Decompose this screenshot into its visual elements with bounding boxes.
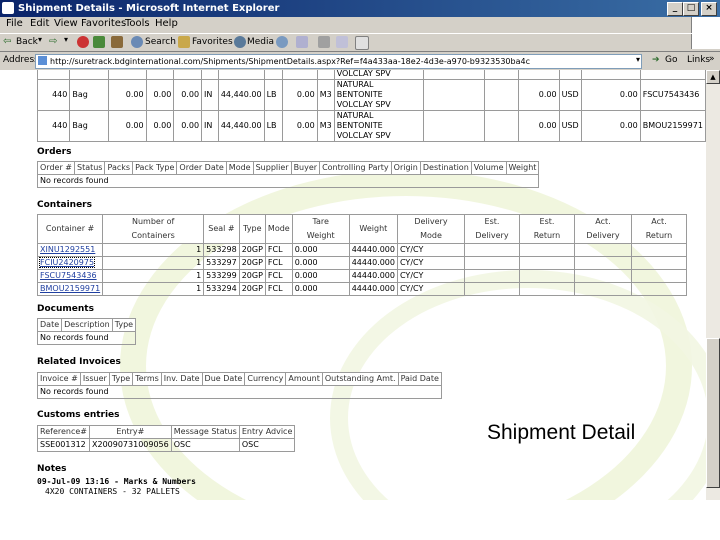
containers-table: Container # Number of Containers Seal # T… xyxy=(36,214,687,296)
go-button[interactable]: Go xyxy=(665,55,677,65)
menu-bar: File Edit View Favorites Tools Help xyxy=(0,17,720,33)
forward-dropdown-icon[interactable]: ▾ xyxy=(64,35,68,44)
back-dropdown-icon[interactable]: ▾ xyxy=(38,35,42,44)
scroll-up-icon[interactable]: ▲ xyxy=(706,70,720,84)
favorites-button[interactable]: Favorites xyxy=(192,37,233,47)
documents-empty: No records found xyxy=(36,331,137,345)
discuss-icon[interactable] xyxy=(355,36,369,50)
customs-heading: Customs entries xyxy=(37,410,120,420)
table-row: XINU1292551 1 533298 20GP FCL 0.000 4444… xyxy=(36,243,687,257)
customs-table: Reference# Entry# Message Status Entry A… xyxy=(37,425,296,452)
table-row: FCIU2420975 1 533297 20GP FCL 0.000 4444… xyxy=(36,256,687,270)
minimize-button[interactable]: _ xyxy=(667,2,683,16)
mail-icon[interactable] xyxy=(296,36,308,48)
menu-help[interactable]: Help xyxy=(155,18,178,29)
documents-heading: Documents xyxy=(37,304,94,314)
invoices-empty: No records found xyxy=(37,385,442,399)
print-icon[interactable] xyxy=(318,36,330,48)
table-row: No records found xyxy=(36,331,137,345)
back-arrow-icon[interactable]: ⇦ xyxy=(3,36,11,47)
menu-tools[interactable]: Tools xyxy=(125,18,150,29)
menu-edit[interactable]: Edit xyxy=(30,18,49,29)
note-header: 09-Jul-09 13:16 - Marks & Numbers xyxy=(37,477,196,486)
menu-file[interactable]: File xyxy=(6,18,23,29)
address-label: Address xyxy=(3,55,39,65)
notes-heading: Notes xyxy=(37,464,67,474)
toolbar: ⇦ Back ▾ ⇨ ▾ Search Favorites Media xyxy=(0,33,692,52)
table-row: SSE001312 X20090731009056 OSC OSC xyxy=(37,438,296,452)
window-title: Shipment Details - Microsoft Internet Ex… xyxy=(18,3,280,14)
history-icon[interactable] xyxy=(276,36,288,48)
refresh-icon[interactable] xyxy=(93,36,105,48)
table-row: No records found xyxy=(36,174,540,188)
media-button[interactable]: Media xyxy=(247,37,274,47)
container-link[interactable]: XINU1292551 xyxy=(40,245,95,254)
forward-arrow-icon[interactable]: ⇨ xyxy=(49,36,57,47)
stop-icon[interactable] xyxy=(77,36,89,48)
table-row: FSCU7543436 1 533299 20GP FCL 0.000 4444… xyxy=(36,269,687,283)
windows-logo-icon xyxy=(691,17,720,49)
maximize-button[interactable]: □ xyxy=(683,2,699,16)
table-row: BMOU2159971 1 533294 20GP FCL 0.000 4444… xyxy=(36,282,687,296)
edit-icon[interactable] xyxy=(336,36,348,48)
vertical-scrollbar[interactable]: ▲ xyxy=(706,70,720,500)
documents-table: Date Description Type No records found xyxy=(36,318,137,345)
container-link[interactable]: BMOU2159971 xyxy=(40,284,100,293)
favorites-icon[interactable] xyxy=(178,36,190,48)
menu-view[interactable]: View xyxy=(54,18,78,29)
search-button[interactable]: Search xyxy=(145,37,176,47)
address-dropdown-icon[interactable]: ▾ xyxy=(636,55,640,64)
orders-heading: Orders xyxy=(37,147,72,157)
title-bar: Shipment Details - Microsoft Internet Ex… xyxy=(0,0,720,17)
container-link[interactable]: FSCU7543436 xyxy=(40,271,97,280)
table-row: 440 Bag 0.00 0.00 0.00 IN 44,440.00 LB 0… xyxy=(36,110,706,142)
search-icon[interactable] xyxy=(131,36,143,48)
back-button[interactable]: Back xyxy=(16,37,38,47)
menu-favorites[interactable]: Favorites xyxy=(81,18,126,29)
media-icon[interactable] xyxy=(234,36,246,48)
desc-cell: VOLCLAY SPV xyxy=(333,70,425,80)
close-button[interactable]: × xyxy=(701,2,717,16)
address-input[interactable]: http://suretrack.bdginternational.com/Sh… xyxy=(35,54,642,69)
address-bar: Address http://suretrack.bdginternationa… xyxy=(0,51,720,70)
ie-page-icon xyxy=(2,2,14,14)
table-row: 440 Bag 0.00 0.00 0.00 IN 44,440.00 LB 0… xyxy=(36,79,706,111)
note-text: 4X20 CONTAINERS - 32 PALLETS xyxy=(45,487,180,496)
invoices-heading: Related Invoices xyxy=(37,357,121,367)
containers-heading: Containers xyxy=(37,200,92,210)
orders-table: Order # Status Packs Pack Type Order Date Mod… xyxy=(36,161,540,188)
page-icon xyxy=(38,56,47,65)
links-button[interactable]: Links xyxy=(687,55,710,65)
container-link[interactable]: FCIU2420975 xyxy=(38,257,96,268)
go-arrow-icon[interactable]: ➔ xyxy=(652,55,660,65)
table-row: VOLCLAY SPV xyxy=(36,70,706,80)
table-row: No records found xyxy=(37,385,442,399)
line-items-table: VOLCLAY SPV 440 Bag 0.00 0.00 0.00 IN 44… xyxy=(36,70,706,142)
address-url: http://suretrack.bdginternational.com/Sh… xyxy=(50,57,530,66)
links-chevron-icon[interactable]: » xyxy=(709,54,715,64)
slide-caption: Shipment Detail xyxy=(487,421,636,444)
invoices-table: Invoice # Issuer Type Terms Inv. Date Due Dat… xyxy=(37,372,442,399)
scroll-thumb[interactable] xyxy=(706,338,720,488)
home-icon[interactable] xyxy=(111,36,123,48)
orders-empty: No records found xyxy=(36,174,540,188)
